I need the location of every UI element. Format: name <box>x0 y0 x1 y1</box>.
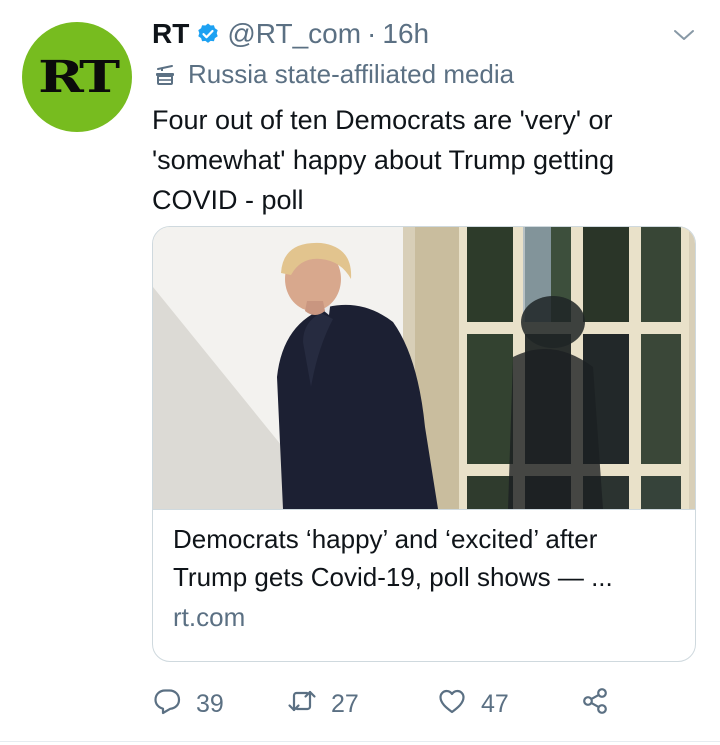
author-handle[interactable]: @RT_com <box>227 18 361 50</box>
tweet-actions: 39 27 47 <box>152 684 712 724</box>
podium-icon <box>152 61 178 87</box>
like-icon <box>437 686 467 723</box>
reply-count: 39 <box>196 689 224 718</box>
card-body: Democrats ‘happy’ and ‘excited’ after Tr… <box>153 510 695 636</box>
retweet-icon <box>287 686 317 723</box>
verified-icon <box>196 22 220 46</box>
avatar[interactable]: RT <box>22 22 132 132</box>
card-title: Democrats ‘happy’ and ‘excited’ after Tr… <box>173 524 613 592</box>
tweet-content: RT @RT_com · 16h Russia state-affiliated… <box>152 14 697 220</box>
reply-button[interactable]: 39 <box>152 686 224 723</box>
like-count: 47 <box>481 689 509 718</box>
reply-icon <box>152 686 182 723</box>
divider <box>0 741 720 742</box>
link-card[interactable]: Democrats ‘happy’ and ‘excited’ after Tr… <box>152 226 696 662</box>
state-media-label[interactable]: Russia state-affiliated media <box>152 54 697 94</box>
caret-down-icon[interactable] <box>671 22 697 48</box>
card-image <box>153 227 695 510</box>
tweet[interactable]: RT RT @RT_com · 16h Russia state-affilia… <box>0 0 720 745</box>
share-button[interactable] <box>580 686 610 723</box>
like-button[interactable]: 47 <box>437 686 509 723</box>
state-media-label-text: Russia state-affiliated media <box>188 58 515 89</box>
card-domain: rt.com <box>173 602 246 632</box>
share-icon <box>580 686 610 723</box>
tweet-header: RT @RT_com · 16h <box>152 14 697 54</box>
author-name[interactable]: RT <box>152 18 189 50</box>
retweet-count: 27 <box>331 689 359 718</box>
tweet-time[interactable]: 16h <box>382 18 429 50</box>
retweet-button[interactable]: 27 <box>287 686 359 723</box>
separator-dot: · <box>367 18 377 49</box>
tweet-text: Four out of ten Democrats are 'very' or … <box>152 105 622 215</box>
avatar-logo-text: RT <box>37 51 120 103</box>
